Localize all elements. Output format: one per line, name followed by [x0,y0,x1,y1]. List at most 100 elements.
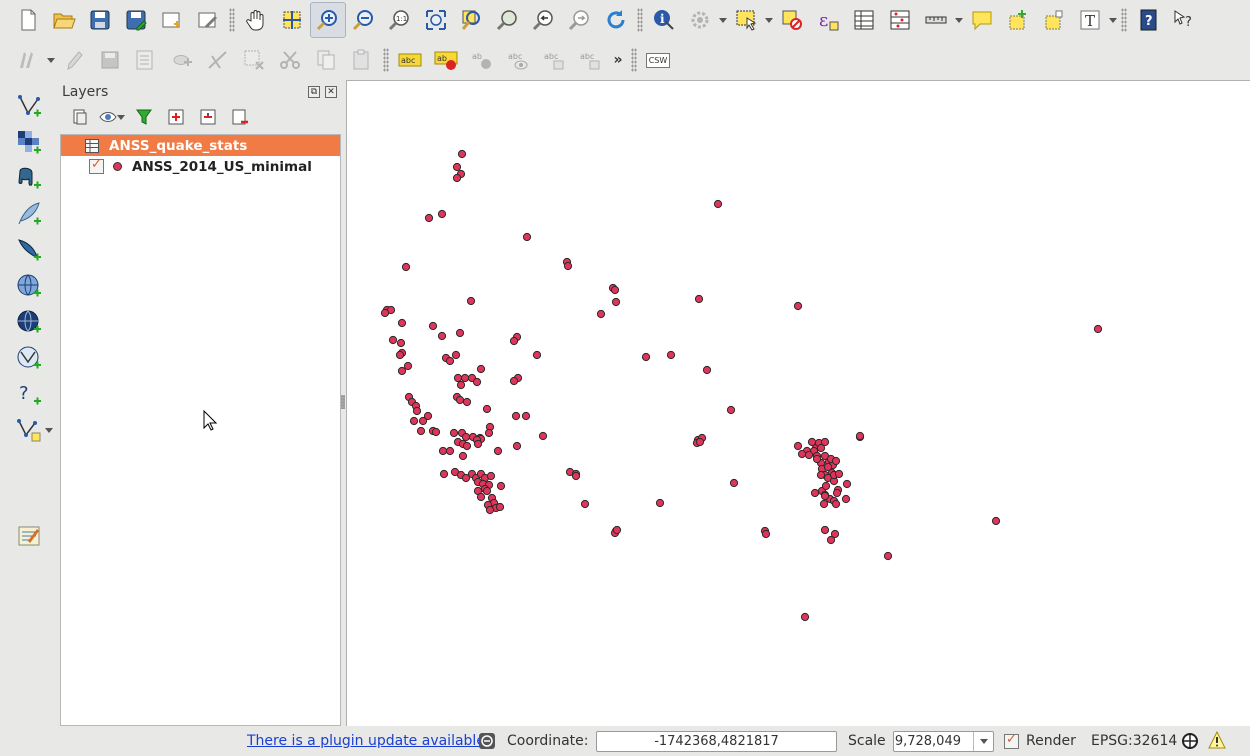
zoom-in-button[interactable] [310,2,346,38]
new-layer-dropdown[interactable] [44,412,54,448]
map-tips-button[interactable] [964,2,1000,38]
cut-features-button[interactable] [272,42,308,78]
grass-tools-button[interactable] [0,518,56,554]
move-feature-button[interactable] [164,42,200,78]
measure-dropdown[interactable] [954,2,964,38]
annotation-dropdown[interactable] [1108,2,1118,38]
run-action-dropdown[interactable] [718,2,728,38]
log-messages-icon[interactable] [478,732,496,750]
zoom-to-layer-button[interactable] [490,2,526,38]
save-edits-button[interactable] [92,42,128,78]
show-hide-labels-button[interactable]: ab [464,42,500,78]
show-bookmarks-button[interactable] [1036,2,1072,38]
toolbar-grip[interactable] [383,48,389,72]
add-spatialite-layer-button[interactable] [0,196,56,232]
crs-button[interactable]: EPSG:32614 [1091,733,1177,749]
save-project-button[interactable] [82,2,118,38]
add-vector-layer-button[interactable] [0,88,56,124]
new-project-button[interactable] [10,2,46,38]
coordinate-field[interactable]: -1742368,4821817 [596,731,837,752]
scale-dropdown-arrow[interactable] [973,732,993,751]
remove-layer-button[interactable] [226,106,254,128]
add-delimited-text-layer-button[interactable]: ? [0,376,56,412]
change-label-icon: abc [580,52,600,70]
open-layer-styling-button[interactable] [66,106,94,128]
toggle-editing-button[interactable] [56,42,92,78]
select-features-button[interactable] [728,2,764,38]
save-as-button[interactable] [118,2,154,38]
move-label-button[interactable]: abc [500,42,536,78]
text-annotation-button[interactable]: T [1072,2,1108,38]
layer-item-anss-quake-stats[interactable]: ANSS_quake_stats [61,135,340,156]
select-features-dropdown[interactable] [764,2,774,38]
zoom-next-button[interactable] [562,2,598,38]
attribute-table-button[interactable] [846,2,882,38]
warning-icon[interactable] [1208,731,1226,749]
open-project-button[interactable] [46,2,82,38]
new-bookmark-button[interactable] [1000,2,1036,38]
composer-manager-button[interactable] [190,2,226,38]
rotate-label-button[interactable]: abc [536,42,572,78]
map-themes-dropdown[interactable] [117,99,125,135]
manage-map-themes-button[interactable] [98,106,126,128]
whats-this-button[interactable]: ? [1166,2,1202,38]
current-edits-dropdown[interactable] [46,42,56,78]
toolbar-grip[interactable] [1121,8,1127,32]
measure-button[interactable] [918,2,954,38]
map-canvas[interactable] [346,80,1250,726]
add-wfs-layer-button[interactable] [0,340,56,376]
add-mssql-layer-button[interactable] [0,232,56,268]
add-wms-layer-button[interactable] [0,268,56,304]
toolbar-grip[interactable] [631,48,637,72]
deselect-button[interactable] [774,2,810,38]
copy-features-button[interactable] [308,42,344,78]
help-button[interactable]: ? [1130,2,1166,38]
node-tool-icon [208,51,227,69]
earthquake-point [612,525,622,535]
layer-item-anss-2014-us-minimal[interactable]: ANSS_2014_US_minimal [61,156,340,177]
new-print-composer-button[interactable] [154,2,190,38]
earthquake-point [826,535,836,545]
render-checkbox[interactable] [1004,732,1019,749]
statistics-button[interactable] [882,2,918,38]
paste-features-button[interactable] [344,42,380,78]
collapse-all-button[interactable] [194,106,222,128]
identify-button[interactable]: i [646,2,682,38]
change-label-button[interactable]: abc [572,42,608,78]
add-raster-layer-button[interactable] [0,124,56,160]
statistics-icon [890,10,910,30]
more-tools-button[interactable]: » [608,52,628,68]
add-wcs-layer-button[interactable] [0,304,56,340]
scale-combobox[interactable]: 1:9,728,049 [893,731,994,752]
zoom-to-selection-button[interactable] [454,2,490,38]
crs-globe-icon[interactable] [1181,732,1199,750]
close-panel-button[interactable]: ✕ [325,86,337,98]
plugin-update-link[interactable]: There is a plugin update available [247,733,485,749]
label-tool-button[interactable]: abc [392,42,428,78]
current-edits-button[interactable] [10,42,46,78]
toolbar-grip[interactable] [229,8,235,32]
float-panel-button[interactable]: ⧉ [308,86,320,98]
pan-to-selection-button[interactable] [274,2,310,38]
refresh-button[interactable] [598,2,634,38]
panel-splitter[interactable] [341,395,345,409]
zoom-out-button[interactable] [346,2,382,38]
delete-selected-button[interactable] [236,42,272,78]
run-action-button[interactable] [682,2,718,38]
zoom-last-button[interactable] [526,2,562,38]
earthquake-point [461,432,471,442]
new-shapefile-layer-button[interactable] [0,412,56,448]
add-feature-button[interactable] [128,42,164,78]
pin-labels-button[interactable]: ab [428,42,464,78]
pan-button[interactable] [238,2,274,38]
zoom-native-button[interactable]: 1:1 [382,2,418,38]
zoom-full-button[interactable] [418,2,454,38]
field-calculator-button[interactable]: ε [810,2,846,38]
toolbar-grip[interactable] [637,8,643,32]
filter-legend-button[interactable] [130,106,158,128]
layer-visibility-checkbox[interactable] [89,157,104,174]
add-postgis-layer-button[interactable] [0,160,56,196]
expand-all-button[interactable] [162,106,190,128]
node-tool-button[interactable] [200,42,236,78]
csw-button[interactable]: CSW [640,42,676,78]
